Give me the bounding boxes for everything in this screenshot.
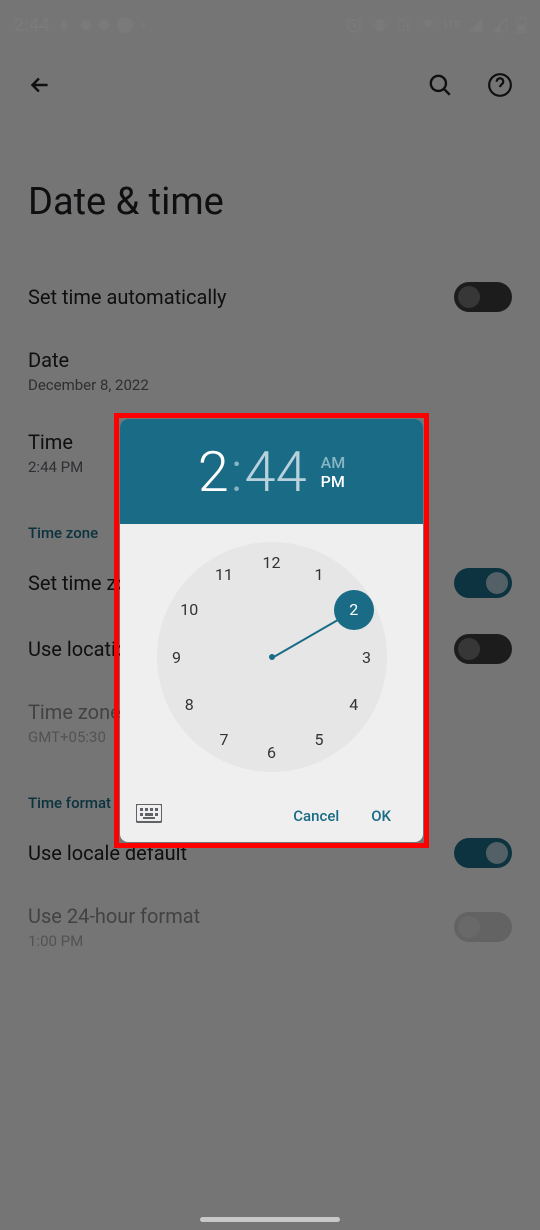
home-indicator[interactable]: [200, 1217, 340, 1222]
cancel-button[interactable]: Cancel: [277, 799, 355, 833]
clock-hour-10[interactable]: 10: [174, 595, 204, 625]
time-display: 2 : 44 AM PM: [120, 419, 423, 524]
time-picker-dialog: 2 : 44 AM PM 121234567891011 Cancel OK: [120, 419, 423, 842]
pm-toggle[interactable]: PM: [321, 472, 346, 491]
dialog-actions: Cancel OK: [120, 790, 423, 842]
clock-hour-3[interactable]: 3: [352, 642, 382, 672]
clock-hour-5[interactable]: 5: [304, 724, 334, 754]
clock-hour-11[interactable]: 11: [209, 560, 239, 590]
time-hour[interactable]: 2: [198, 439, 229, 505]
am-toggle[interactable]: AM: [321, 453, 346, 472]
clock-hour-2[interactable]: 2: [334, 590, 374, 630]
clock-hour-12[interactable]: 12: [257, 547, 287, 577]
time-colon: :: [231, 439, 243, 505]
clock-hour-4[interactable]: 4: [339, 690, 369, 720]
ok-button[interactable]: OK: [355, 799, 407, 833]
clock-hour-8[interactable]: 8: [174, 690, 204, 720]
clock-hour-1[interactable]: 1: [304, 560, 334, 590]
clock-face[interactable]: 12 12 3 45678 9 1011: [120, 524, 423, 790]
keyboard-input-button[interactable]: [136, 804, 166, 828]
clock-hour-9[interactable]: 9: [162, 642, 192, 672]
clock-hour-6[interactable]: 6: [257, 737, 287, 767]
time-minute[interactable]: 44: [245, 439, 307, 505]
clock-hour-7[interactable]: 7: [209, 724, 239, 754]
